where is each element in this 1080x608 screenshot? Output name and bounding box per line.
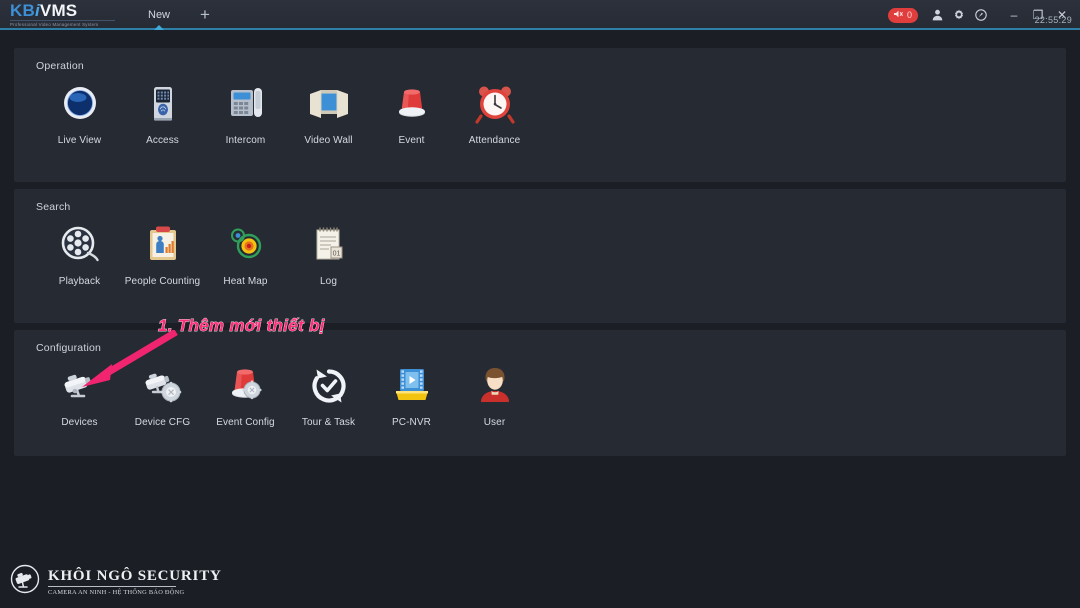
tile-video-wall[interactable]: Video Wall <box>287 82 370 146</box>
section-title-search: Search <box>36 201 71 213</box>
tile-label: Log <box>320 276 337 287</box>
svg-text:01: 01 <box>332 251 340 258</box>
gear-icon[interactable] <box>948 0 970 30</box>
tile-label: Tour & Task <box>301 417 356 428</box>
tab-new-label: New <box>148 9 171 21</box>
logo-subtitle: Professional Video Management System <box>10 22 99 27</box>
help-icon[interactable] <box>970 0 992 30</box>
tile-people-counting[interactable]: People Counting <box>121 223 204 287</box>
app-logo: KBiVMS Professional Video Management Sys… <box>10 1 118 28</box>
tile-label: Device CFG <box>134 417 191 428</box>
tile-intercom[interactable]: Intercom <box>204 82 287 146</box>
notepad-log-icon: 01 <box>307 223 351 267</box>
cctv-camera-logo-icon <box>10 564 40 599</box>
tile-label: Intercom <box>225 135 266 146</box>
heat-map-icon <box>224 223 268 267</box>
watermark-title: KHÔI NGÔ SECURITY <box>48 567 222 584</box>
tile-user[interactable]: User <box>453 364 536 428</box>
tile-label: Devices <box>61 417 98 428</box>
intercom-phone-icon <box>224 82 268 126</box>
alarm-count: 0 <box>906 9 912 20</box>
tile-live-view[interactable]: Live View <box>38 82 121 146</box>
alarm-badge[interactable]: 0 <box>887 6 918 24</box>
tile-log[interactable]: 01 Log <box>287 223 370 287</box>
title-bar: KBiVMS Professional Video Management Sys… <box>0 0 1080 30</box>
clock: 22:55:29 <box>1034 15 1072 25</box>
tile-pc-nvr[interactable]: PC-NVR <box>370 364 453 428</box>
tile-event-config[interactable]: Event Config <box>204 364 287 428</box>
tile-heat-map[interactable]: Heat Map <box>204 223 287 287</box>
tile-event[interactable]: Event <box>370 82 453 146</box>
tile-attendance[interactable]: Attendance <box>453 82 536 146</box>
titlebar-spacer <box>992 0 1002 30</box>
live-view-icon <box>58 82 102 126</box>
tile-label: Attendance <box>468 135 521 146</box>
watermark-subtitle: CAMERA AN NINH - HỆ THỐNG BÁO ĐỘNG <box>48 588 185 596</box>
tile-label: Event Config <box>216 417 275 428</box>
tile-label: Heat Map <box>223 276 268 287</box>
annotation-arrow-icon <box>82 330 178 387</box>
logo-text-kb: KB <box>10 1 35 20</box>
minimize-button[interactable]: – <box>1002 0 1026 30</box>
tile-label: Access <box>146 135 179 146</box>
tile-label: People Counting <box>124 276 201 287</box>
tile-label: Video Wall <box>304 135 353 146</box>
tile-grid-search: Playback People Counting Heat Map 01 Log <box>38 223 370 287</box>
section-title-operation: Operation <box>36 60 84 72</box>
alarm-light-gear-icon <box>224 364 268 408</box>
user-icon[interactable] <box>926 0 948 30</box>
tile-label: PC-NVR <box>392 417 431 428</box>
watermark: KHÔI NGÔ SECURITY CAMERA AN NINH - HỆ TH… <box>10 564 222 599</box>
alarm-clock-icon <box>473 82 517 126</box>
alarm-light-icon <box>390 82 434 126</box>
tab-new[interactable]: New <box>130 0 188 30</box>
panel-search: Search Playback People Counting Heat Map… <box>14 189 1066 323</box>
tile-tour-task[interactable]: Tour & Task <box>287 364 370 428</box>
speaker-mute-icon <box>893 6 904 24</box>
logo-text-vms: VMS <box>39 1 78 20</box>
tile-access[interactable]: Access <box>121 82 204 146</box>
application-window: KBiVMS Professional Video Management Sys… <box>0 0 1080 608</box>
refresh-check-icon <box>307 364 351 408</box>
tab-bar: New + <box>130 0 222 30</box>
annotation-text: 1. Thêm mới thiết bị <box>158 316 325 336</box>
film-reel-icon <box>58 223 102 267</box>
access-control-icon <box>141 82 185 126</box>
watermark-divider <box>48 585 176 587</box>
tile-grid-operation: Live View Access Intercom Video Wall Eve… <box>38 82 536 146</box>
tile-label: Event <box>398 135 425 146</box>
tile-playback[interactable]: Playback <box>38 223 121 287</box>
clipboard-person-icon <box>141 223 185 267</box>
user-avatar-icon <box>473 364 517 408</box>
panel-operation: Operation Live View Access Intercom Vide… <box>14 48 1066 182</box>
tile-label: Live View <box>57 135 102 146</box>
pc-nvr-icon <box>390 364 434 408</box>
add-tab-button[interactable]: + <box>188 0 222 30</box>
video-wall-icon <box>307 82 351 126</box>
tile-label: Playback <box>58 276 101 287</box>
watermark-text: KHÔI NGÔ SECURITY CAMERA AN NINH - HỆ TH… <box>48 568 222 596</box>
tile-label: User <box>483 417 506 428</box>
logo-divider <box>10 20 115 21</box>
